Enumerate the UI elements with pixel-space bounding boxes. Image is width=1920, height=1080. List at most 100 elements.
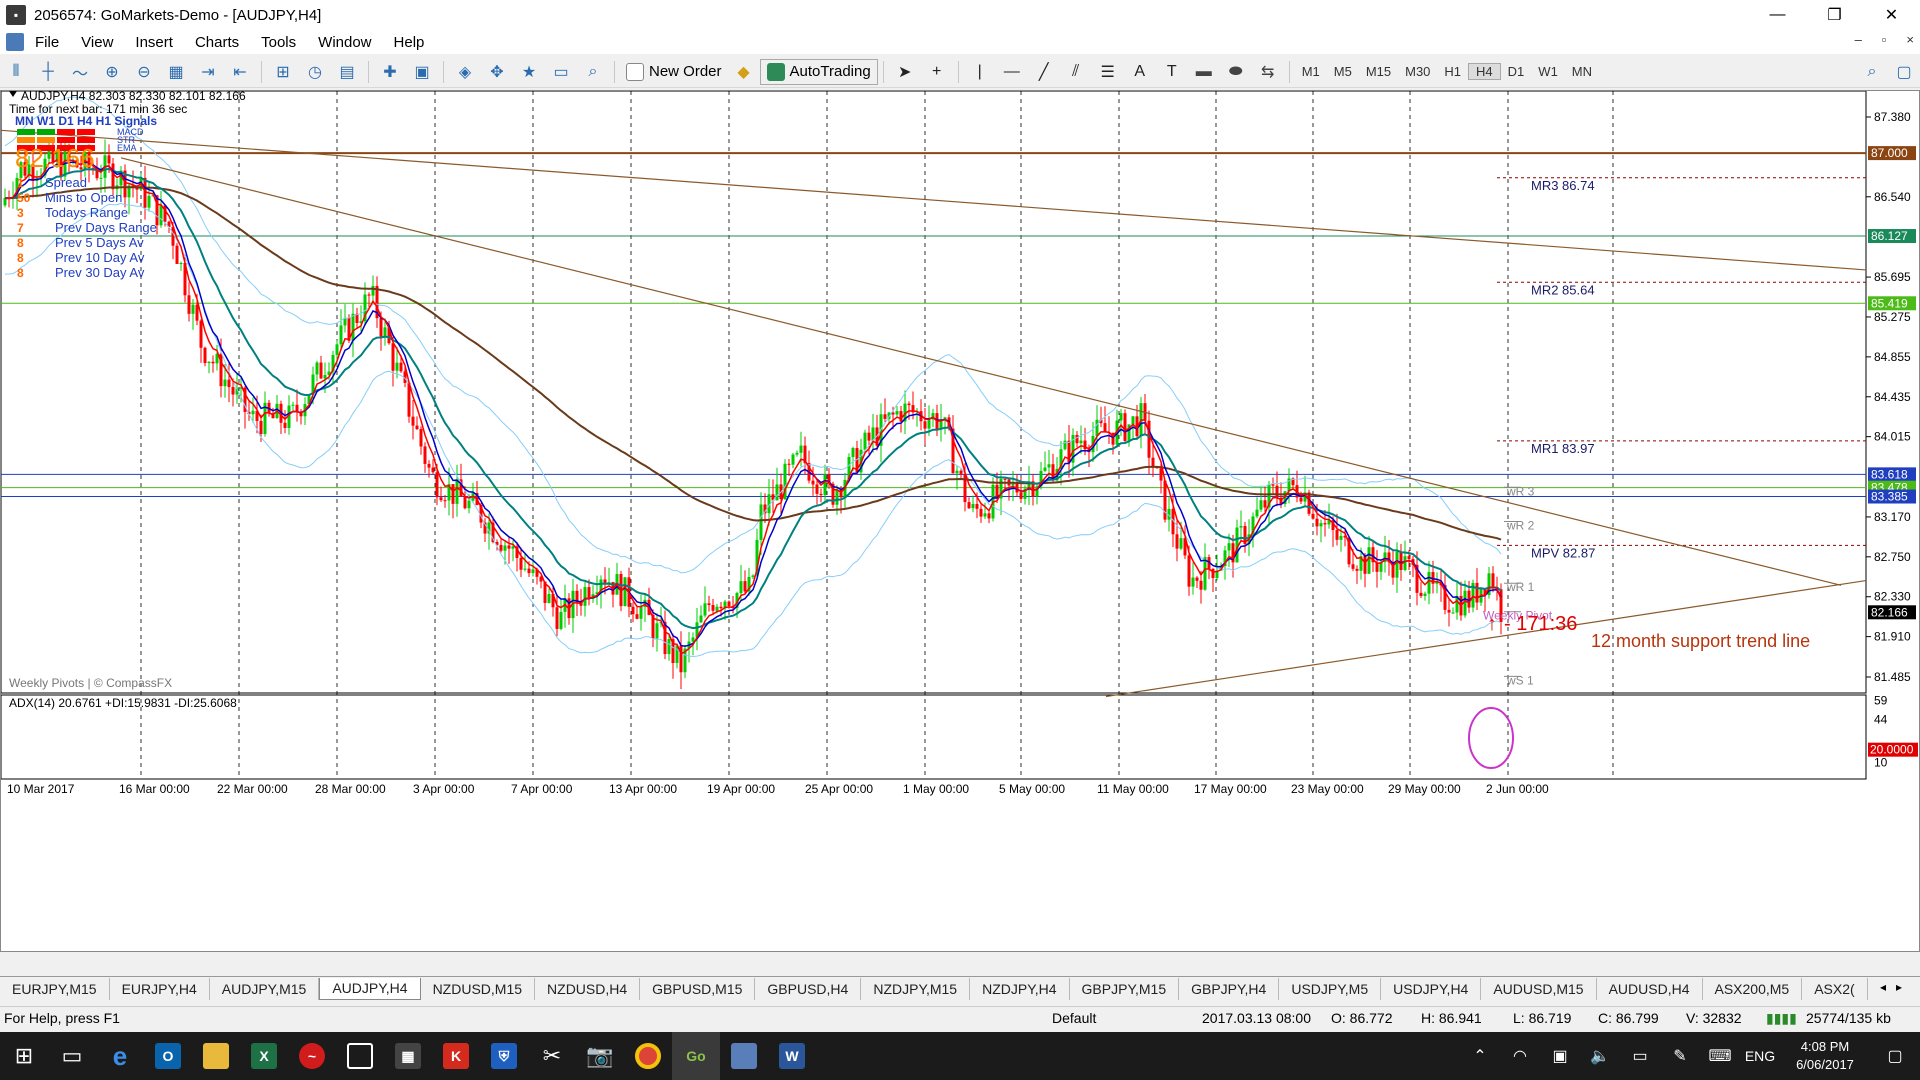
notifications-icon[interactable]: ▢	[1870, 1046, 1920, 1066]
chart-tab[interactable]: GBPJPY,M15	[1070, 977, 1180, 1000]
edge-icon[interactable]: e	[96, 1032, 144, 1080]
battery-icon[interactable]: ▭	[1620, 1046, 1660, 1066]
outlook-icon[interactable]: O	[144, 1032, 192, 1080]
document-icon[interactable]	[6, 33, 24, 51]
snipping-icon[interactable]: ✂	[528, 1032, 576, 1080]
templates-icon[interactable]: ▤	[335, 60, 359, 84]
keyboard-icon[interactable]: ⌨	[1700, 1046, 1740, 1066]
menu-tools[interactable]: Tools	[250, 34, 307, 51]
chart-tab[interactable]: NZDUSD,M15	[421, 977, 536, 1000]
clock[interactable]: 4:08 PM 6/06/2017	[1780, 1038, 1870, 1074]
autotrading-button[interactable]: AutoTrading	[759, 58, 878, 85]
chart-tab[interactable]: EURJPY,H4	[110, 977, 210, 1000]
chart-shift-icon[interactable]: ⇤	[228, 60, 252, 84]
menu-charts[interactable]: Charts	[184, 34, 250, 51]
chart-tab[interactable]: AUDJPY,M15	[210, 977, 320, 1000]
fibonacci-icon[interactable]: ☰	[1096, 60, 1120, 84]
ellipse-icon[interactable]: ⬬	[1224, 60, 1248, 84]
trendline-icon[interactable]: ╱	[1032, 60, 1056, 84]
volume-icon[interactable]: 🔈	[1580, 1046, 1620, 1066]
wifi-icon[interactable]: ◠	[1500, 1046, 1540, 1066]
chart-tab[interactable]: USDJPY,H4	[1381, 977, 1482, 1000]
tf-m15[interactable]: M15	[1359, 64, 1398, 79]
bar-chart-icon[interactable]: ⫴	[4, 60, 28, 84]
periods-icon[interactable]: ◷	[303, 60, 327, 84]
price-chart[interactable]: MR3 86.74 MR2 85.64 MR1 83.97 MPV 82.87 wR 3…	[1, 91, 1919, 951]
chat-icon[interactable]: ▢	[1892, 60, 1916, 84]
minimize-button[interactable]: —	[1749, 0, 1806, 30]
market-watch-icon[interactable]: ◈	[453, 60, 477, 84]
store-icon[interactable]	[336, 1032, 384, 1080]
chart-tab[interactable]: GBPUSD,H4	[755, 977, 862, 1000]
task-view-icon[interactable]: ▭	[48, 1032, 96, 1080]
tf-m5[interactable]: M5	[1327, 64, 1359, 79]
pen-icon[interactable]: ✎	[1660, 1046, 1700, 1066]
chart-tab[interactable]: ASX2(	[1802, 977, 1868, 1000]
kaspersky-icon[interactable]: K	[432, 1032, 480, 1080]
text-icon[interactable]: A	[1128, 60, 1152, 84]
strategy-tester-icon[interactable]: ⌕	[581, 60, 605, 84]
data-window-icon[interactable]: ✥	[485, 60, 509, 84]
metaeditor-icon[interactable]: ◆	[732, 60, 756, 84]
tf-h1[interactable]: H1	[1437, 64, 1468, 79]
horizontal-line-icon[interactable]: —	[1000, 60, 1024, 84]
menu-view[interactable]: View	[70, 34, 124, 51]
chart-tab[interactable]: GBPJPY,H4	[1179, 977, 1280, 1000]
mdi-restore-icon[interactable]: ▫	[1882, 32, 1887, 47]
crosshair-icon[interactable]: +	[925, 60, 949, 84]
menu-window[interactable]: Window	[307, 34, 382, 51]
chart-tab[interactable]: ASX200,M5	[1703, 977, 1803, 1000]
new-chart-icon[interactable]: ✚	[378, 60, 402, 84]
channel-icon[interactable]: ⫽	[1064, 60, 1088, 84]
tf-w1[interactable]: W1	[1531, 64, 1565, 79]
candlestick-icon[interactable]: ┼	[36, 60, 60, 84]
mdi-minimize-icon[interactable]: –	[1855, 32, 1862, 47]
menu-help[interactable]: Help	[383, 34, 436, 51]
chart-tab[interactable]: NZDJPY,M15	[861, 977, 971, 1000]
chart-tab[interactable]: AUDJPY,H4	[319, 977, 421, 1000]
device-icon[interactable]: ▣	[1540, 1046, 1580, 1066]
search-icon[interactable]: ⌕	[1860, 60, 1884, 84]
network-drive-icon[interactable]	[720, 1032, 768, 1080]
tray-chevron-icon[interactable]: ⌃	[1460, 1046, 1500, 1066]
file-explorer-icon[interactable]	[192, 1032, 240, 1080]
word-icon[interactable]: W	[768, 1032, 816, 1080]
chart-tab[interactable]: EURJPY,M15	[0, 977, 110, 1000]
vertical-line-icon[interactable]: |	[968, 60, 992, 84]
rectangle-icon[interactable]: ▬	[1192, 60, 1216, 84]
chart-tab[interactable]: NZDJPY,H4	[970, 977, 1070, 1000]
profiles-icon[interactable]: ▣	[410, 60, 434, 84]
new-order-button[interactable]: New Order	[620, 59, 728, 85]
indicators-icon[interactable]: ⊞	[271, 60, 295, 84]
chart-tab[interactable]: AUDUSD,M15	[1481, 977, 1597, 1000]
terminal-icon[interactable]: ▭	[549, 60, 573, 84]
mdi-close-icon[interactable]: ×	[1906, 32, 1914, 47]
chart-tab[interactable]: NZDUSD,H4	[535, 977, 641, 1000]
tf-h4[interactable]: H4	[1468, 63, 1501, 80]
calculator-icon[interactable]: ▦	[384, 1032, 432, 1080]
excel-icon[interactable]: X	[240, 1032, 288, 1080]
tf-m30[interactable]: M30	[1398, 64, 1437, 79]
navigator-icon[interactable]: ★	[517, 60, 541, 84]
zoom-out-icon[interactable]: ⊖	[132, 60, 156, 84]
cursor-icon[interactable]: ➤	[893, 60, 917, 84]
defender-icon[interactable]: ⛨	[480, 1032, 528, 1080]
language-indicator[interactable]: ENG	[1740, 1048, 1780, 1064]
chart-tab[interactable]: USDJPY,M5	[1279, 977, 1382, 1000]
autoscroll-icon[interactable]: ⇥	[196, 60, 220, 84]
arrows-icon[interactable]: ⇆	[1256, 60, 1280, 84]
chart-tab[interactable]: AUDUSD,H4	[1597, 977, 1703, 1000]
metatrader-icon[interactable]: Go	[672, 1032, 720, 1080]
start-icon[interactable]: ⊞	[0, 1032, 48, 1080]
menu-insert[interactable]: Insert	[124, 34, 184, 51]
tf-d1[interactable]: D1	[1501, 64, 1532, 79]
chart-tab[interactable]: GBPUSD,M15	[640, 977, 756, 1000]
zoom-in-icon[interactable]: ⊕	[100, 60, 124, 84]
tab-scroll-arrows[interactable]: ◂▸	[1880, 980, 1912, 994]
chart-window[interactable]: MR3 86.74 MR2 85.64 MR1 83.97 MPV 82.87 wR 3…	[0, 90, 1920, 952]
close-button[interactable]: ✕	[1863, 0, 1920, 30]
tf-mn[interactable]: MN	[1565, 64, 1599, 79]
trading-app-icon[interactable]: ~	[288, 1032, 336, 1080]
line-chart-icon[interactable]: 〜	[68, 60, 92, 84]
text-label-icon[interactable]: T	[1160, 60, 1184, 84]
